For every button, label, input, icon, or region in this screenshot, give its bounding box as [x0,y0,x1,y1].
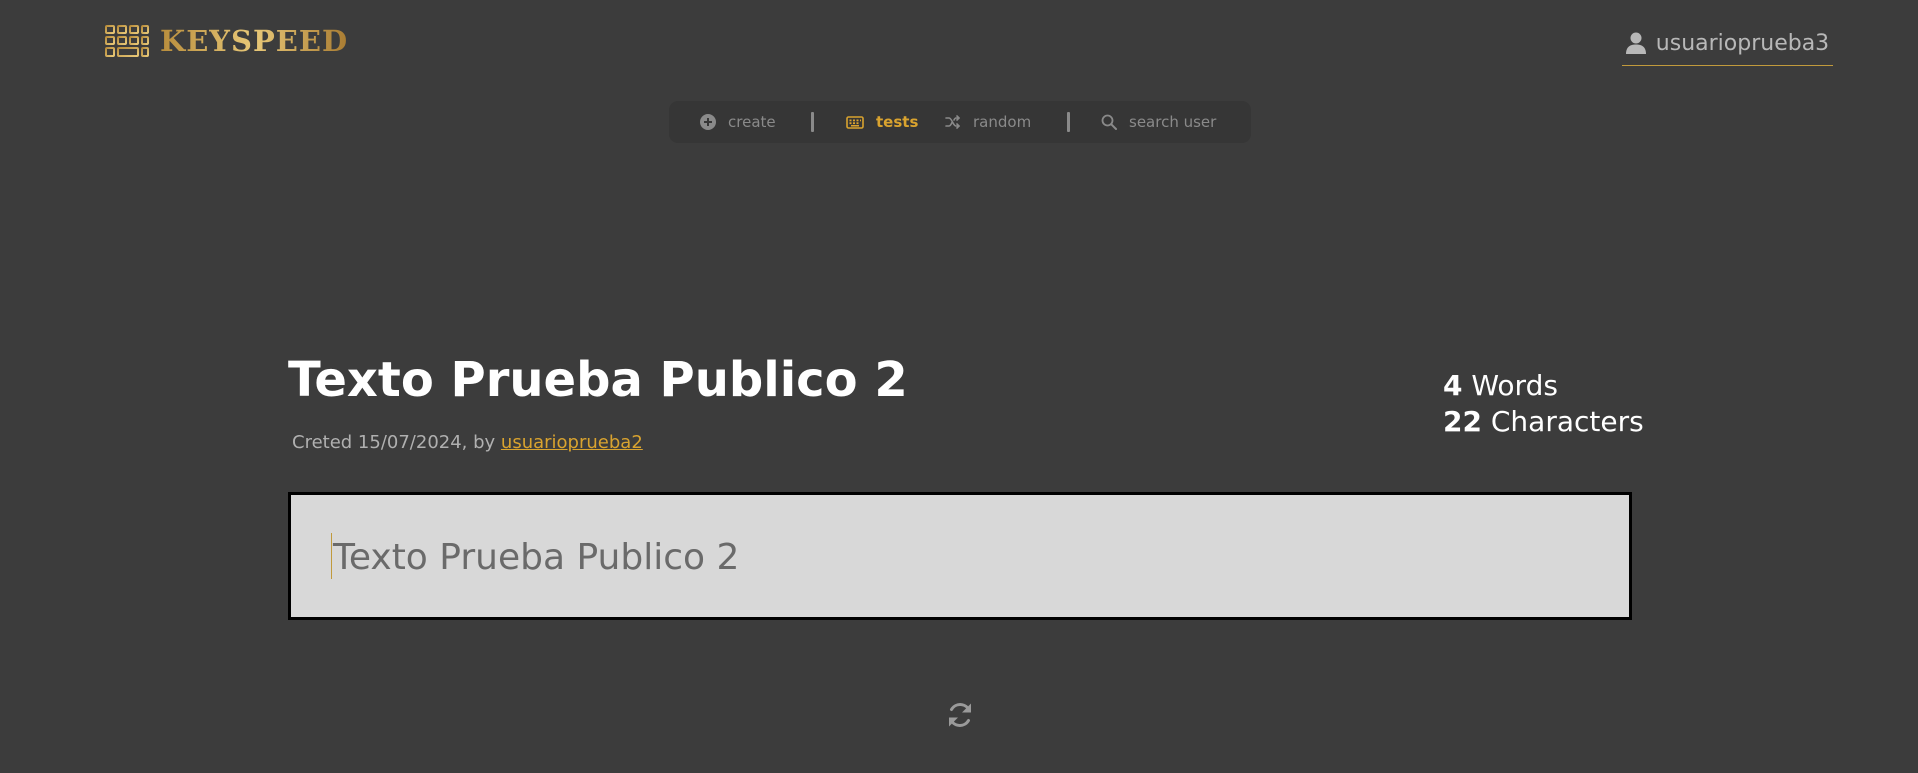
test-stats: 4 Words 22 Characters [1443,368,1644,440]
nav-tests[interactable]: tests [846,101,918,143]
refresh-button[interactable] [945,700,975,730]
nav-tests-label: tests [876,113,919,131]
nav-separator [1067,112,1070,132]
typing-text: Texto Prueba Publico 2 [333,537,740,578]
test-meta: Creted 15/07/2024, by usuarioprueba2 [292,432,643,453]
typing-area[interactable]: Texto Prueba Publico 2 [288,492,1632,620]
char-count: 22 Characters [1443,404,1644,440]
nav-random[interactable]: random [945,101,1031,143]
char-count-value: 22 [1443,405,1482,438]
nav-random-label: random [973,113,1032,131]
word-count: 4 Words [1443,368,1644,404]
logo[interactable]: KEYSPEED [104,24,348,58]
header: KEYSPEED usuarioprueba3 [0,0,1918,90]
keyboard-icon [846,115,864,129]
char-count-label: Characters [1481,405,1644,438]
plus-circle-icon [700,114,716,130]
keyboard-logo-icon [105,25,149,57]
user-icon [1625,32,1646,54]
author-link[interactable]: usuarioprueba2 [501,432,643,453]
logo-text: KEYSPEED [160,24,349,58]
word-count-label: Words [1462,369,1558,402]
word-count-value: 4 [1443,369,1463,402]
shuffle-icon [945,115,961,129]
refresh-icon [949,703,971,727]
nav-search-user-label: search user [1129,113,1217,131]
nav-separator [811,112,814,132]
search-icon [1101,114,1117,130]
text-caret [331,533,332,579]
nav-create[interactable]: create [700,101,776,143]
user-name: usuarioprueba3 [1655,31,1830,56]
main-nav: create tests random search user [669,101,1251,143]
user-menu[interactable]: usuarioprueba3 [1622,26,1833,66]
nav-search-user[interactable]: search user [1101,101,1216,143]
created-text: Creted 15/07/2024, by [292,432,501,453]
nav-create-label: create [728,113,776,131]
test-title: Texto Prueba Publico 2 [288,352,908,408]
